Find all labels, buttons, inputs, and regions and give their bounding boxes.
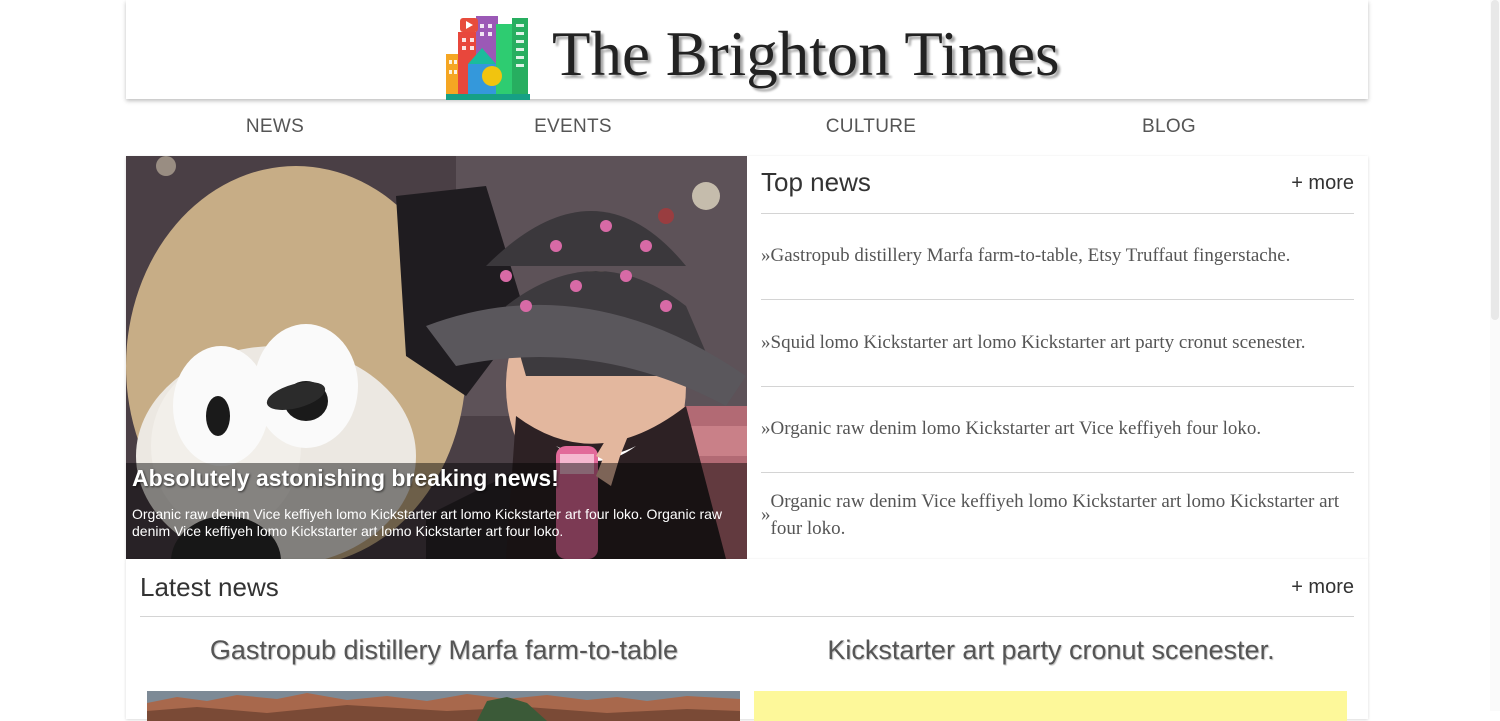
- nav-news[interactable]: NEWS: [246, 116, 304, 138]
- top-news-item-text: Gastropub distillery Marfa farm-to-table…: [770, 245, 1291, 266]
- hero-story[interactable]: Absolutely astonishing breaking news! Or…: [126, 156, 747, 559]
- bullet-icon: »: [761, 332, 771, 353]
- main-nav: NEWS EVENTS CULTURE BLOG: [126, 100, 1368, 156]
- latest-news-heading: Latest news: [140, 572, 279, 602]
- top-section: Absolutely astonishing breaking news! Or…: [126, 156, 1368, 559]
- article-thumbnail[interactable]: [147, 691, 740, 721]
- latest-article-title[interactable]: Gastropub distillery Marfa farm-to-table: [210, 635, 678, 666]
- top-news-item[interactable]: » Organic raw denim lomo Kickstarter art…: [761, 415, 1353, 442]
- top-news-item[interactable]: » Gastropub distillery Marfa farm-to-tab…: [761, 242, 1353, 269]
- nav-events[interactable]: EVENTS: [534, 116, 612, 138]
- city-buildings-logo[interactable]: [446, 14, 530, 100]
- mountain-image: [147, 691, 740, 721]
- top-news-item[interactable]: » Squid lomo Kickstarter art lomo Kickst…: [761, 329, 1353, 356]
- divider: [761, 213, 1354, 214]
- hero-summary: Organic raw denim Vice keffiyeh lomo Kic…: [132, 506, 723, 539]
- top-news-item-text: Organic raw denim lomo Kickstarter art V…: [770, 418, 1262, 439]
- divider: [761, 472, 1354, 473]
- bullet-icon: »: [761, 418, 771, 439]
- bullet-icon: »: [761, 504, 771, 525]
- masthead: The Brighton Times: [126, 0, 1368, 100]
- site-title[interactable]: The Brighton Times: [552, 14, 1060, 94]
- top-news-heading: Top news: [761, 167, 871, 197]
- hero-title[interactable]: Absolutely astonishing breaking news!: [132, 465, 559, 492]
- bullet-icon: »: [761, 245, 771, 266]
- divider: [140, 616, 1354, 617]
- top-news-more-link[interactable]: + more: [1291, 172, 1354, 195]
- top-news-item[interactable]: » Organic raw denim Vice keffiyeh lomo K…: [761, 488, 1353, 542]
- latest-news-section: Latest news + more Gastropub distillery …: [126, 559, 1368, 721]
- latest-news-more-link[interactable]: + more: [1291, 576, 1354, 599]
- nav-culture[interactable]: CULTURE: [826, 116, 916, 138]
- top-news-item-text: Organic raw denim Vice keffiyeh lomo Kic…: [770, 491, 1340, 539]
- divider: [761, 299, 1354, 300]
- latest-article-title[interactable]: Kickstarter art party cronut scenester.: [827, 635, 1274, 666]
- scrollbar-thumb[interactable]: [1491, 0, 1499, 320]
- nav-blog[interactable]: BLOG: [1142, 116, 1196, 138]
- top-news-item-text: Squid lomo Kickstarter art lomo Kickstar…: [770, 332, 1306, 353]
- scrollbar[interactable]: [1490, 0, 1500, 711]
- divider: [761, 386, 1354, 387]
- article-thumbnail[interactable]: [754, 691, 1347, 721]
